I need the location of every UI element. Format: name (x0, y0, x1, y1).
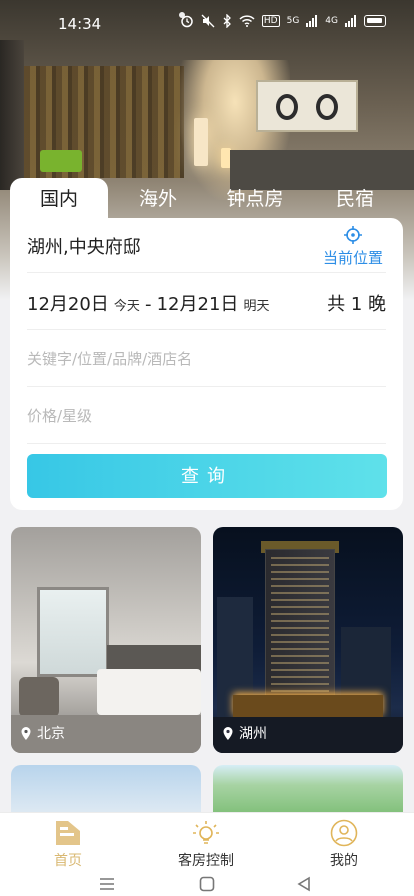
home-icon (56, 821, 80, 845)
destination-card-huzhou[interactable]: 湖州 (213, 527, 403, 753)
destination-card-partial[interactable] (11, 765, 201, 815)
hero-floor-lamp (194, 118, 208, 166)
battery-icon (364, 15, 386, 27)
status-time: 14:34 (58, 15, 102, 33)
check-in-date[interactable]: 12月20日 (27, 294, 109, 315)
system-nav-bar (0, 872, 414, 896)
hero-wall (0, 40, 24, 190)
destination-card-beijing[interactable]: 北京 (11, 527, 201, 753)
nav-mine[interactable]: 我的 (294, 819, 394, 870)
hero-wall-picture (256, 80, 358, 132)
destination-label: 湖州 (223, 723, 267, 743)
search-button[interactable]: 查询 (27, 454, 387, 498)
date-row[interactable]: 12月20日 今天 - 12月21日 明天 共 1 晚 (27, 273, 386, 330)
crosshair-icon (344, 226, 362, 244)
back-icon[interactable] (296, 876, 312, 892)
destination-city: 北京 (37, 726, 65, 742)
location-pin-icon (21, 726, 31, 740)
room-window (37, 587, 109, 677)
nights-count: 共 1 晚 (327, 294, 386, 315)
mute-icon (201, 14, 215, 28)
network-4g: 4G (325, 16, 338, 26)
nav-room-control[interactable]: 客房控制 (156, 819, 256, 870)
bulb-icon (193, 821, 219, 844)
wifi-icon (239, 15, 255, 27)
date-separator: - (145, 294, 152, 315)
nav-mine-label: 我的 (330, 853, 358, 869)
user-icon (330, 819, 358, 847)
nav-home-label: 首页 (54, 853, 82, 869)
keyword-placeholder: 关键字/位置/品牌/酒店名 (27, 350, 193, 368)
price-placeholder: 价格/星级 (27, 407, 93, 425)
destination-card-partial-2[interactable] (213, 765, 403, 815)
network-5g: 5G (286, 16, 300, 26)
status-bar: 14:34 HD 5G 4G (0, 0, 414, 48)
price-star-field[interactable]: 价格/星级 (27, 387, 386, 444)
destination-label: 北京 (21, 723, 65, 743)
location-row[interactable]: 湖州,中央府邸 当前位置 (27, 218, 386, 273)
hd-badge: HD (261, 15, 280, 27)
status-icons: HD 5G 4G (180, 14, 386, 28)
check-out-date[interactable]: 12月21日 (157, 294, 239, 315)
home-square-icon[interactable] (199, 876, 215, 892)
check-out-sub: 明天 (243, 299, 270, 314)
current-location-button[interactable]: 当前位置 (318, 225, 388, 268)
bottom-nav: 首页 客房控制 我的 (0, 812, 414, 872)
signal-icon-2 (345, 15, 356, 27)
destination-city: 湖州 (239, 726, 267, 742)
hotel-tower (265, 549, 335, 719)
bluetooth-icon (223, 14, 231, 28)
nav-home[interactable]: 首页 (18, 819, 118, 870)
alarm-icon (181, 15, 193, 28)
location-pin-icon (223, 726, 233, 740)
tab-hourly-room[interactable]: 钟点房 (205, 178, 305, 220)
search-card: 湖州,中央府邸 当前位置 12月20日 今天 - 12月21日 明天 共 1 晚… (10, 218, 403, 510)
nav-room-control-label: 客房控制 (178, 853, 234, 869)
tab-domestic[interactable]: 国内 (10, 178, 108, 220)
check-in-sub: 今天 (113, 299, 140, 314)
tab-overseas[interactable]: 海外 (108, 178, 208, 220)
location-text[interactable]: 湖州,中央府邸 (27, 233, 141, 259)
room-bed (97, 669, 201, 715)
signal-icon (306, 15, 318, 27)
menu-icon[interactable] (98, 876, 116, 892)
keyword-field[interactable]: 关键字/位置/品牌/酒店名 (27, 330, 386, 387)
hotel-podium (233, 695, 383, 717)
tab-homestay[interactable]: 民宿 (305, 178, 405, 220)
current-location-label: 当前位置 (322, 249, 383, 267)
hero-chair (40, 150, 82, 172)
room-armchair (19, 677, 59, 717)
